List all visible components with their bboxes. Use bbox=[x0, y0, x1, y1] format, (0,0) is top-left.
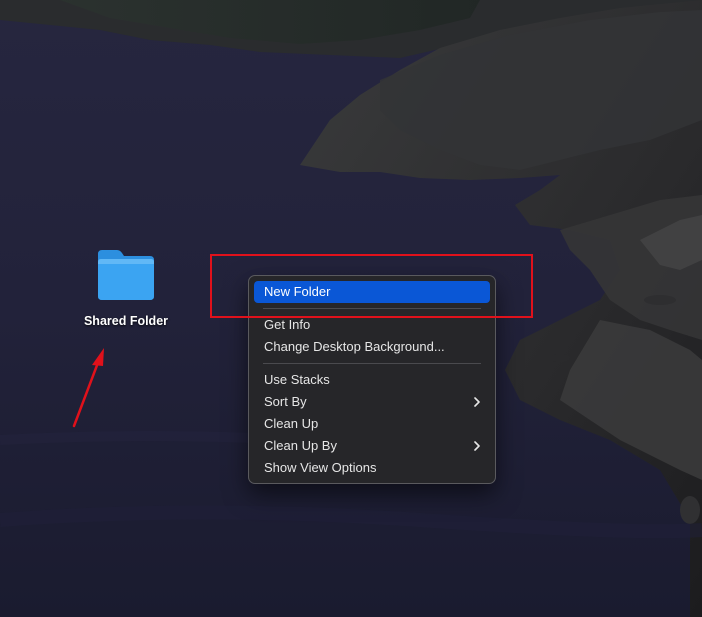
menu-item-label: Sort By bbox=[264, 394, 307, 409]
menu-item-clean-up[interactable]: Clean Up bbox=[254, 413, 490, 435]
desktop-folder-shared[interactable]: Shared Folder bbox=[74, 246, 178, 328]
menu-item-sort-by[interactable]: Sort By bbox=[254, 391, 490, 413]
menu-item-label: Show View Options bbox=[264, 460, 377, 475]
menu-item-label: Clean Up By bbox=[264, 438, 337, 453]
menu-item-label: Change Desktop Background... bbox=[264, 339, 445, 354]
menu-separator bbox=[263, 363, 481, 364]
context-menu: New Folder Get Info Change Desktop Backg… bbox=[248, 275, 496, 484]
menu-item-show-view-options[interactable]: Show View Options bbox=[254, 457, 490, 479]
menu-item-label: New Folder bbox=[264, 284, 331, 299]
menu-item-label: Use Stacks bbox=[264, 372, 330, 387]
menu-item-use-stacks[interactable]: Use Stacks bbox=[254, 369, 490, 391]
menu-item-new-folder[interactable]: New Folder bbox=[254, 281, 490, 303]
menu-item-label: Clean Up bbox=[264, 416, 319, 431]
chevron-right-icon bbox=[472, 391, 482, 413]
menu-separator bbox=[263, 308, 481, 309]
menu-item-clean-up-by[interactable]: Clean Up By bbox=[254, 435, 490, 457]
menu-item-change-desktop-background[interactable]: Change Desktop Background... bbox=[254, 336, 490, 358]
folder-icon bbox=[98, 250, 154, 300]
desktop-icon-label: Shared Folder bbox=[83, 314, 169, 328]
desktop[interactable]: Shared Folder New Folder Get Info Change… bbox=[0, 0, 702, 617]
chevron-right-icon bbox=[472, 435, 482, 457]
menu-item-label: Get Info bbox=[264, 317, 311, 332]
menu-item-get-info[interactable]: Get Info bbox=[254, 314, 490, 336]
